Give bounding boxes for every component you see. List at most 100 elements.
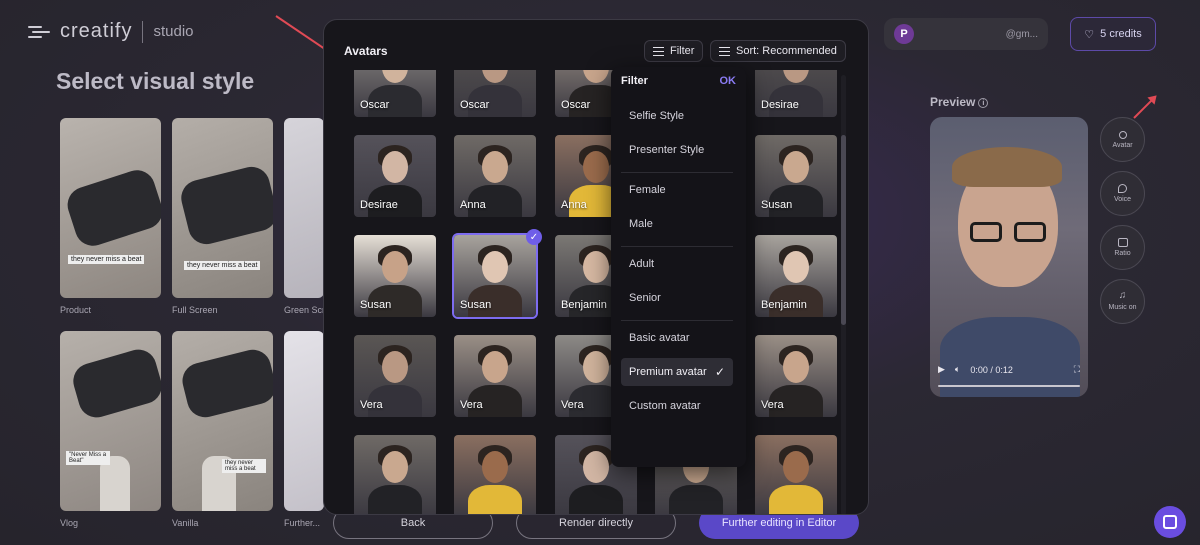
style-label: Vanilla	[172, 518, 199, 528]
divider	[142, 20, 144, 43]
avatar-tile[interactable]	[755, 435, 837, 514]
user-menu[interactable]: P @gm...	[884, 18, 1048, 50]
divider	[621, 172, 733, 173]
side-tool-label: Music on	[1108, 304, 1137, 311]
scrollbar-thumb[interactable]	[841, 135, 846, 325]
ratio-icon	[1117, 238, 1128, 247]
filter-option[interactable]: Custom avatar	[621, 392, 733, 420]
scrollbar[interactable]	[841, 75, 846, 514]
avatar-name: Benjamin	[761, 299, 807, 311]
style-caption: "Never Miss a Beat"	[66, 451, 110, 465]
chat-support-button[interactable]	[1154, 506, 1186, 538]
avatar-name: Vera	[460, 399, 483, 411]
avatar-name: Susan	[761, 199, 793, 211]
brand-logo: creatify studio	[28, 20, 194, 43]
avatar-name: Oscar	[360, 99, 390, 111]
filter-ok-button[interactable]: OK	[720, 75, 737, 87]
modal-title: Avatars	[344, 44, 388, 58]
filter-option-label: Basic avatar	[629, 332, 690, 344]
filter-option-label: Presenter Style	[629, 144, 705, 156]
video-time: 0:00 / 0:12	[970, 364, 1013, 375]
preview-video[interactable]: ▶ 🔈︎ 0:00 / 0:12 ⛶	[930, 117, 1088, 397]
avatar-tile[interactable]	[454, 435, 536, 514]
avatar-tile[interactable]: Desirae	[354, 135, 436, 217]
filter-option-label: Adult	[629, 258, 655, 270]
fullscreen-icon[interactable]: ⛶	[1074, 364, 1080, 375]
info-icon[interactable]: i	[978, 98, 989, 108]
video-controls: ▶ 🔈︎ 0:00 / 0:12 ⛶	[938, 364, 1080, 375]
avatar-tile[interactable]: Vera	[454, 335, 536, 417]
style-card-further[interactable]	[284, 331, 324, 511]
side-tool-ratio[interactable]: Ratio	[1100, 225, 1145, 270]
avatar-tile[interactable]: Oscar	[354, 70, 436, 117]
user-avatar: P	[894, 24, 914, 44]
sort-icon	[719, 46, 730, 56]
filter-option-label: Male	[629, 218, 653, 230]
filter-option[interactable]: Premium avatar ✓	[621, 358, 733, 386]
avatar-name: Desirae	[761, 99, 799, 111]
credits-label: 5 credits	[1100, 28, 1142, 40]
side-tool-avatar[interactable]: Avatar	[1100, 117, 1145, 162]
filter-option[interactable]: Basic avatar	[621, 324, 733, 352]
filter-dropdown: Filter OK Selfie Style Presenter Style Fem…	[611, 67, 746, 467]
divider	[621, 246, 733, 247]
style-label: Further...	[284, 518, 321, 528]
video-progress-bar[interactable]	[938, 385, 1080, 387]
filter-option[interactable]: Senior	[621, 284, 733, 312]
preview-title: Preview i	[930, 95, 989, 109]
avatar-name: Desirae	[360, 199, 398, 211]
filter-option[interactable]: Selfie Style	[621, 102, 733, 130]
avatar-image	[354, 435, 436, 514]
avatar-name: Anna	[561, 199, 587, 211]
avatar-name: Oscar	[561, 99, 591, 111]
style-card-vlog[interactable]: "Never Miss a Beat"	[60, 331, 161, 511]
play-icon[interactable]: ▶	[938, 364, 945, 375]
side-tool-label: Ratio	[1114, 250, 1131, 257]
side-tool-voice[interactable]: Voice	[1100, 171, 1145, 216]
avatar-tile[interactable]	[354, 435, 436, 514]
logo-icon	[28, 21, 50, 43]
filter-option-label: Premium avatar	[629, 366, 707, 378]
style-caption: they never miss a beat	[184, 261, 261, 270]
avatar-name: Vera	[561, 399, 584, 411]
style-card-green-screen[interactable]	[284, 118, 324, 298]
avatar-tile[interactable]: Anna	[454, 135, 536, 217]
filter-option-label: Female	[629, 184, 666, 196]
avatar-tile[interactable]: Vera	[755, 335, 837, 417]
avatar-tile[interactable]: Susan	[755, 135, 837, 217]
credits-button[interactable]: ♡ 5 credits	[1070, 17, 1156, 51]
filter-option[interactable]: Adult	[621, 250, 733, 278]
avatar-grid: Oscar Oscar Oscar Desirae Desirae Anna Anna Sus…	[344, 70, 844, 514]
filter-option-label: Selfie Style	[629, 110, 685, 122]
avatar-name: Anna	[460, 199, 486, 211]
avatar-tile[interactable]: Oscar	[454, 70, 536, 117]
filter-option[interactable]: Male	[621, 210, 733, 238]
side-tool-label: Voice	[1113, 196, 1132, 203]
avatar-name: Vera	[761, 399, 784, 411]
filter-button[interactable]: Filter	[644, 40, 704, 62]
filter-option[interactable]: Presenter Style	[621, 136, 733, 164]
avatar-image	[454, 435, 536, 514]
avatar-tile[interactable]: Desirae	[755, 70, 837, 117]
brand-sub: studio	[153, 23, 194, 40]
selected-check-icon: ✓	[526, 229, 542, 245]
avatar-tile[interactable]: Susan	[354, 235, 436, 317]
volume-icon[interactable]: 🔈︎	[955, 364, 960, 375]
filter-option[interactable]: Female	[621, 176, 733, 204]
avatar-tile[interactable]: Susan	[452, 233, 538, 319]
avatar-tile[interactable]: Benjamin	[755, 235, 837, 317]
style-card-full-screen[interactable]: they never miss a beat	[172, 118, 273, 298]
style-label: Product	[60, 305, 92, 315]
side-tool-label: Avatar	[1112, 141, 1133, 149]
page-title: Select visual style	[56, 68, 255, 94]
check-icon: ✓	[714, 365, 725, 379]
style-card-product[interactable]: they never miss a beat	[60, 118, 161, 298]
style-card-vanilla[interactable]: they never miss a beat	[172, 331, 273, 511]
side-tool-music[interactable]: ♫ Music on	[1100, 279, 1145, 324]
sort-button[interactable]: Sort: Recommended	[710, 40, 846, 62]
user-email: @gm...	[1005, 28, 1038, 40]
style-label: Full Screen	[172, 305, 218, 315]
avatar-tile[interactable]: Vera	[354, 335, 436, 417]
music-icon: ♫	[1118, 290, 1127, 301]
divider	[621, 320, 733, 321]
